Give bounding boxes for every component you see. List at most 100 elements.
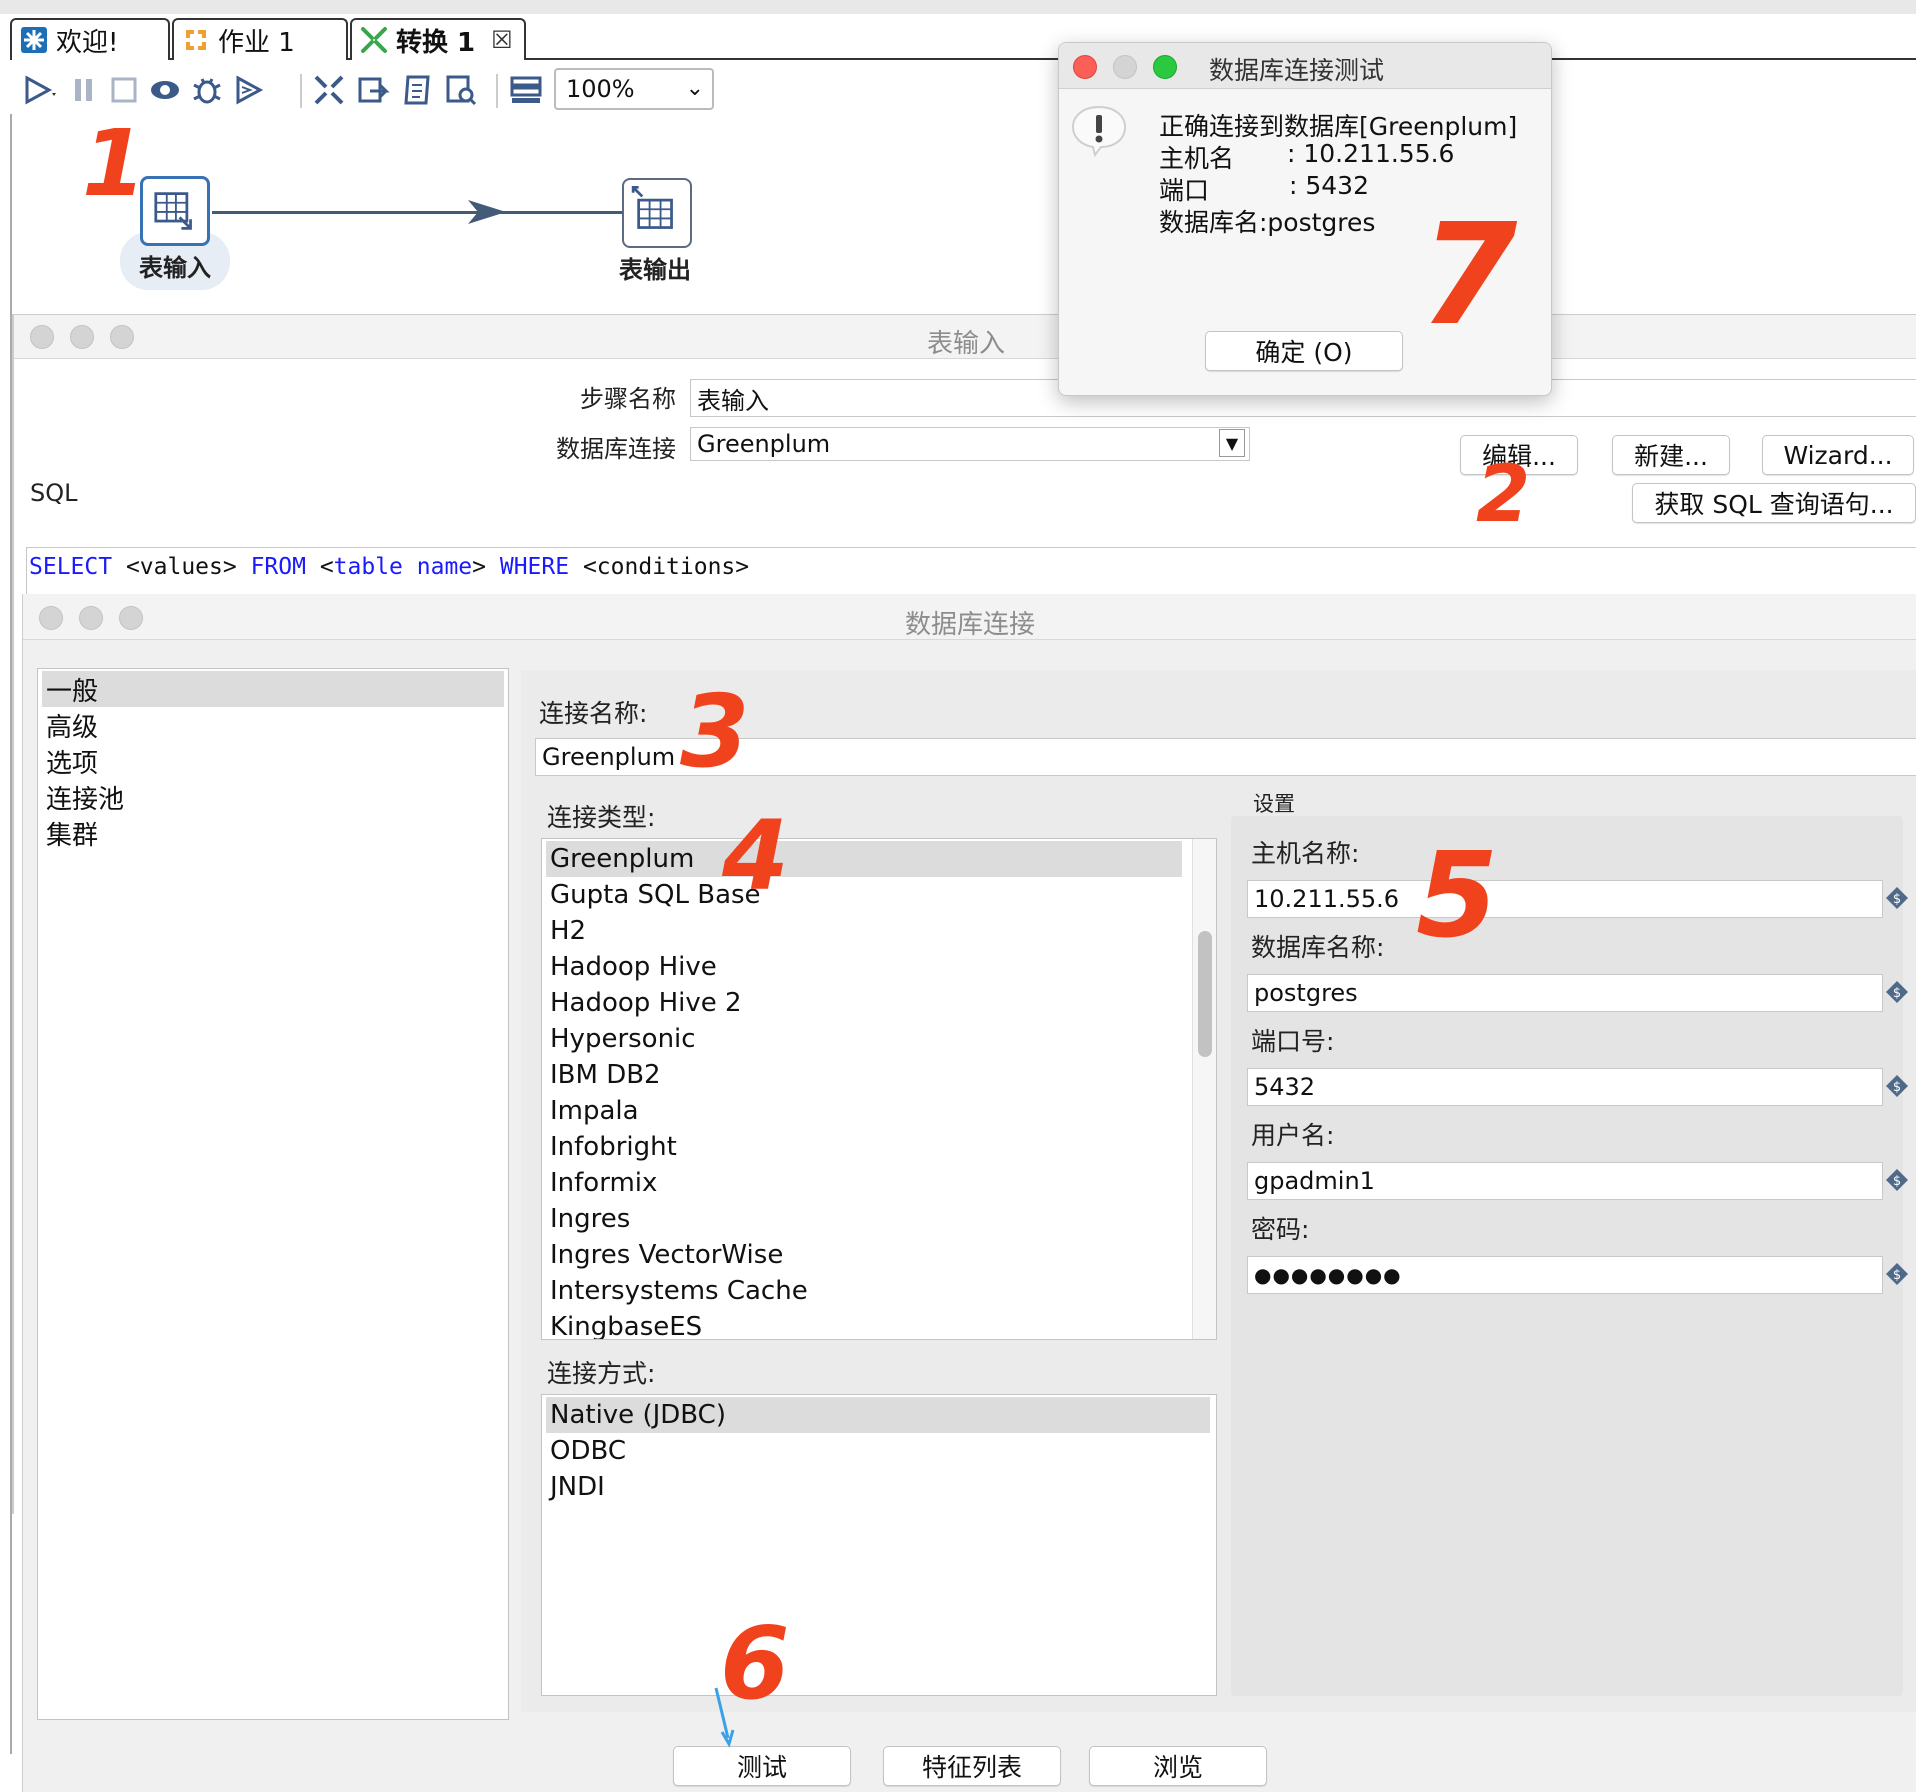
debug-button[interactable] bbox=[188, 72, 226, 108]
replay-button[interactable] bbox=[230, 72, 268, 108]
connection-type-item[interactable]: Intersystems Cache bbox=[546, 1273, 808, 1309]
layout-button[interactable] bbox=[506, 72, 546, 108]
sql-token: <values> bbox=[112, 554, 251, 580]
variable-icon[interactable]: $ bbox=[1885, 1262, 1909, 1286]
info-icon bbox=[1071, 105, 1127, 158]
tab-job[interactable]: 作业 1 bbox=[172, 18, 348, 60]
nav-item-general[interactable]: 一般 bbox=[42, 671, 504, 707]
pause-icon bbox=[75, 79, 92, 101]
tab-bar: 欢迎! 作业 1 转换 1 ☒ bbox=[10, 18, 1916, 60]
impact-button[interactable] bbox=[354, 72, 392, 108]
close-window-button[interactable] bbox=[1073, 55, 1097, 79]
connection-name-label: 连接名称: bbox=[539, 699, 648, 728]
svg-text:$: $ bbox=[1893, 1080, 1901, 1095]
variable-icon[interactable]: $ bbox=[1885, 980, 1909, 1004]
replay-icon bbox=[236, 75, 264, 105]
nav-item-advanced[interactable]: 高级 bbox=[42, 707, 98, 743]
run-button[interactable] bbox=[16, 72, 62, 108]
connection-type-item[interactable]: Impala bbox=[546, 1093, 639, 1129]
nav-item-cluster[interactable]: 集群 bbox=[42, 815, 98, 851]
close-icon[interactable]: ☒ bbox=[491, 26, 513, 54]
list-scrollbar[interactable] bbox=[1192, 839, 1216, 1339]
connection-type-item[interactable]: Informix bbox=[546, 1165, 657, 1201]
explore-db-button[interactable] bbox=[442, 72, 480, 108]
access-method-label: 连接方式: bbox=[547, 1359, 656, 1388]
connection-type-item[interactable]: IBM DB2 bbox=[546, 1057, 661, 1093]
hop-line bbox=[212, 211, 622, 214]
verify-button[interactable] bbox=[310, 72, 348, 108]
tab-transformation[interactable]: 转换 1 ☒ bbox=[350, 18, 526, 60]
explore-button[interactable]: 浏览 bbox=[1089, 1746, 1267, 1786]
toolbar-separator bbox=[496, 74, 498, 108]
username-input[interactable]: gpadmin1 bbox=[1247, 1162, 1883, 1200]
bug-icon bbox=[193, 78, 221, 104]
db-connection-select[interactable]: Greenplum ▼ bbox=[690, 427, 1250, 461]
pause-button[interactable] bbox=[66, 72, 102, 108]
connection-type-list[interactable]: Greenplum Gupta SQL Base H2 Hadoop Hive Hado… bbox=[541, 838, 1217, 1340]
nav-item-options[interactable]: 选项 bbox=[42, 743, 98, 779]
connection-type-item[interactable]: Ingres bbox=[546, 1201, 630, 1237]
sql-keyword: FROM bbox=[250, 554, 306, 580]
test-button[interactable]: 测试 bbox=[673, 1746, 851, 1786]
verify-icon bbox=[314, 75, 344, 105]
dropdown-arrow-icon[interactable]: ▼ bbox=[1219, 429, 1245, 457]
svg-text:$: $ bbox=[1893, 892, 1901, 907]
table-output-icon bbox=[631, 185, 673, 229]
test-host-label: 主机名 bbox=[1159, 144, 1235, 173]
tab-label: 转换 1 bbox=[396, 27, 476, 58]
host-label: 主机名称: bbox=[1251, 839, 1360, 868]
access-method-item[interactable]: JNDI bbox=[546, 1469, 605, 1505]
get-sql-button[interactable]: 获取 SQL 查询语句... bbox=[1632, 483, 1916, 523]
access-method-item[interactable]: Native (JDBC) bbox=[546, 1397, 1210, 1433]
variable-icon[interactable]: $ bbox=[1885, 1074, 1909, 1098]
step-table-input[interactable] bbox=[140, 176, 210, 246]
connection-type-item[interactable]: Hadoop Hive 2 bbox=[546, 985, 742, 1021]
grid-layout-icon bbox=[510, 76, 542, 103]
connection-type-item[interactable]: Ingres VectorWise bbox=[546, 1237, 783, 1273]
zoom-select[interactable]: 100% ⌄ bbox=[554, 68, 714, 110]
connection-type-item[interactable]: H2 bbox=[546, 913, 586, 949]
sql-keyword: SELECT bbox=[29, 554, 113, 580]
connection-type-item[interactable]: Hypersonic bbox=[546, 1021, 696, 1057]
variable-icon[interactable]: $ bbox=[1885, 1168, 1909, 1192]
new-connection-button[interactable]: 新建... bbox=[1612, 435, 1730, 475]
host-input[interactable]: 10.211.55.6 bbox=[1247, 880, 1883, 918]
password-value: ●●●●●●●● bbox=[1254, 1263, 1402, 1287]
database-name-input[interactable]: postgres bbox=[1247, 974, 1883, 1012]
connection-type-item[interactable]: KingbaseES bbox=[546, 1309, 702, 1339]
tab-label: 作业 1 bbox=[218, 27, 295, 58]
impact-icon bbox=[358, 77, 390, 103]
annotation-7: 7 bbox=[1420, 194, 1518, 357]
username-label: 用户名: bbox=[1251, 1121, 1335, 1150]
tab-welcome[interactable]: 欢迎! bbox=[10, 18, 170, 60]
variable-icon[interactable]: $ bbox=[1885, 886, 1909, 910]
sql-label: SQL bbox=[30, 479, 78, 507]
feature-list-button[interactable]: 特征列表 bbox=[883, 1746, 1061, 1786]
minimize-window-button[interactable] bbox=[1113, 55, 1137, 79]
maximize-window-button[interactable] bbox=[1153, 55, 1177, 79]
preview-button[interactable] bbox=[146, 72, 184, 108]
step-table-output[interactable] bbox=[622, 178, 692, 248]
connection-type-item[interactable]: Hadoop Hive bbox=[546, 949, 717, 985]
access-method-item[interactable]: ODBC bbox=[546, 1433, 626, 1469]
tab-label: 欢迎! bbox=[56, 27, 119, 58]
test-host-value: : 10.211.55.6 bbox=[1287, 139, 1455, 168]
scrollbar-thumb[interactable] bbox=[1198, 931, 1212, 1057]
password-input[interactable]: ●●●●●●●● bbox=[1247, 1256, 1883, 1294]
annotation-2: 2 bbox=[1476, 450, 1531, 540]
sql-button[interactable] bbox=[398, 72, 436, 108]
connection-type-item[interactable]: Infobright bbox=[546, 1129, 677, 1165]
window-top-edge bbox=[0, 0, 1916, 14]
stop-button[interactable] bbox=[106, 72, 142, 108]
kettle-welcome-icon bbox=[21, 27, 47, 53]
connection-type-label: 连接类型: bbox=[547, 803, 656, 832]
nav-item-pooling[interactable]: 连接池 bbox=[42, 779, 124, 815]
port-input[interactable]: 5432 bbox=[1247, 1068, 1883, 1106]
connection-type-item[interactable]: Greenplum bbox=[546, 841, 1182, 877]
ok-button[interactable]: 确定 (O) bbox=[1205, 331, 1403, 371]
db-connection-value: Greenplum bbox=[697, 430, 831, 458]
db-connection-label: 数据库连接 bbox=[556, 435, 676, 463]
host-value: 10.211.55.6 bbox=[1254, 885, 1400, 913]
wizard-button[interactable]: Wizard... bbox=[1762, 435, 1914, 475]
access-method-list[interactable]: Native (JDBC) ODBC JNDI bbox=[541, 1394, 1217, 1696]
